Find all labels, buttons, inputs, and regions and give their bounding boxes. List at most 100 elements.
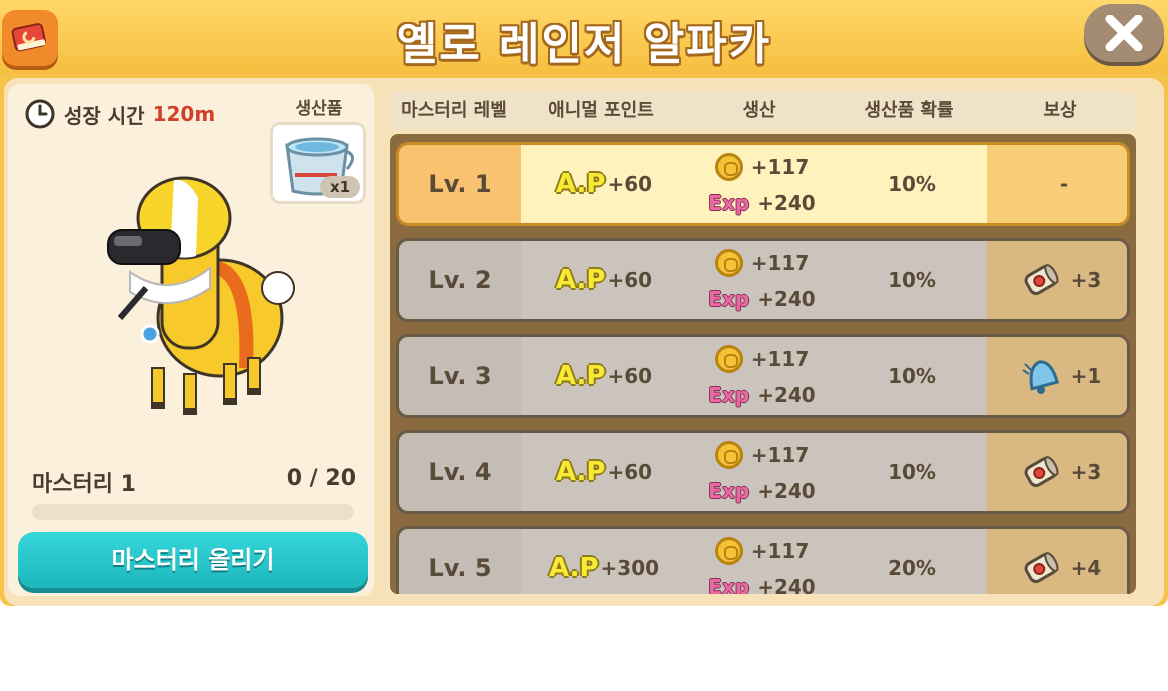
row-coin-value: +117 <box>750 155 810 179</box>
row-reward-value: +1 <box>1070 364 1102 388</box>
row-production-cell: +117 Exp +240 <box>687 529 837 594</box>
row-probability: 20% <box>888 556 936 580</box>
ap-icon: A.P <box>555 169 606 199</box>
mastery-progress-bar <box>32 504 354 520</box>
header-product-probability: 생산품 확률 <box>864 100 954 121</box>
row-ap-cell: A.P +60 <box>521 433 687 511</box>
close-button[interactable] <box>1084 4 1164 62</box>
row-level-cell: Lv. 1 <box>399 145 521 223</box>
row-ap-value: +60 <box>607 268 653 292</box>
header-production: 생산 <box>742 100 776 121</box>
row-reward-value: +3 <box>1070 460 1102 484</box>
row-probability-cell: 10% <box>837 433 987 511</box>
raise-mastery-button[interactable]: 마스터리 올리기 <box>18 532 368 588</box>
exp-icon: Exp <box>708 191 750 215</box>
row-reward-cell: +3 <box>987 433 1127 511</box>
product-quantity: x1 <box>320 176 360 198</box>
alpaca-image <box>107 176 295 415</box>
row-probability: 10% <box>888 172 936 196</box>
row-probability: 10% <box>888 364 936 388</box>
row-reward-value: +4 <box>1070 556 1102 580</box>
ap-icon: A.P <box>555 457 606 487</box>
mastery-table-header: 마스터리 레벨 애니멀 포인트 생산 생산품 확률 보상 <box>390 92 1136 130</box>
row-ap-value: +60 <box>607 364 653 388</box>
row-ap-value: +300 <box>600 556 660 580</box>
close-icon <box>1105 15 1143 51</box>
scroll-icon <box>1024 264 1059 295</box>
row-ap-cell: A.P +60 <box>521 241 687 319</box>
mastery-label: 마스터리 1 <box>32 472 136 497</box>
popup-title: 옐로 레인저 알파카 <box>396 19 772 70</box>
row-exp-value: +240 <box>757 383 816 407</box>
row-ap-value: +60 <box>607 172 653 196</box>
row-reward-cell: +3 <box>987 241 1127 319</box>
row-probability: 10% <box>888 460 936 484</box>
table-row: Lv. 5 A.P +300 +117 Exp +240 20% +4 <box>396 526 1130 594</box>
row-level: Lv. 1 <box>428 170 492 198</box>
header-reward: 보상 <box>1043 100 1077 121</box>
coin-icon <box>714 153 743 181</box>
row-reward-value: +3 <box>1070 268 1102 292</box>
row-level: Lv. 3 <box>428 362 492 390</box>
row-reward-value: - <box>1059 172 1069 196</box>
row-probability-cell: 10% <box>837 241 987 319</box>
coin-icon <box>714 537 743 565</box>
row-coin-value: +117 <box>750 443 810 467</box>
row-ap-cell: A.P +300 <box>521 529 687 594</box>
row-level: Lv. 4 <box>428 458 492 486</box>
row-coin-value: +117 <box>750 251 810 275</box>
row-reward-cell: +4 <box>987 529 1127 594</box>
row-probability-cell: 20% <box>837 529 987 594</box>
coin-icon <box>714 441 743 469</box>
popup-header: 옐로 레인저 알파카 <box>0 0 1168 74</box>
row-ap-cell: A.P +60 <box>521 337 687 415</box>
table-row: Lv. 2 A.P +60 +117 Exp +240 10% +3 <box>396 238 1130 322</box>
table-row: Lv. 4 A.P +60 +117 Exp +240 10% +3 <box>396 430 1130 514</box>
row-ap-value: +60 <box>607 460 653 484</box>
row-production-cell: +117 Exp +240 <box>687 433 837 511</box>
row-probability-cell: 10% <box>837 337 987 415</box>
row-level-cell: Lv. 2 <box>399 241 521 319</box>
row-production-cell: +117 Exp +240 <box>687 241 837 319</box>
table-row: Lv. 1 A.P +60 +117 Exp +240 10% - <box>396 142 1130 226</box>
header-animal-points: 애니멀 포인트 <box>548 100 654 121</box>
row-level-cell: Lv. 5 <box>399 529 521 594</box>
ap-icon: A.P <box>548 553 599 583</box>
row-exp-value: +240 <box>757 575 816 594</box>
growth-time-label: 성장 시간 <box>64 103 145 128</box>
row-coin-value: +117 <box>750 347 810 371</box>
row-reward-cell: +1 <box>987 337 1127 415</box>
mastery-table: Lv. 1 A.P +60 +117 Exp +240 10% - Lv. 2 A.P +60 +11… <box>390 134 1136 594</box>
mastery-progress-text: 0 / 20 <box>286 466 356 491</box>
row-probability: 10% <box>888 268 936 292</box>
row-coin-value: +117 <box>750 539 810 563</box>
row-exp-value: +240 <box>757 191 816 215</box>
ap-icon: A.P <box>555 361 606 391</box>
row-level-cell: Lv. 4 <box>399 433 521 511</box>
row-level: Lv. 5 <box>428 554 492 582</box>
row-exp-value: +240 <box>757 479 816 503</box>
growth-time: 성장 시간 120m <box>24 98 215 130</box>
ap-icon: A.P <box>555 265 606 295</box>
row-probability-cell: 10% <box>837 145 987 223</box>
header-mastery-level: 마스터리 레벨 <box>401 100 507 121</box>
bell-icon <box>1022 360 1059 394</box>
coin-icon <box>714 249 743 277</box>
row-ap-cell: A.P +60 <box>521 145 687 223</box>
exp-icon: Exp <box>708 479 750 503</box>
row-production-cell: +117 Exp +240 <box>687 145 837 223</box>
row-exp-value: +240 <box>757 287 816 311</box>
row-reward-cell: - <box>987 145 1127 223</box>
table-row: Lv. 3 A.P +60 +117 Exp +240 10% +1 <box>396 334 1130 418</box>
row-production-cell: +117 Exp +240 <box>687 337 837 415</box>
scroll-icon <box>1024 552 1059 583</box>
exp-icon: Exp <box>708 287 750 311</box>
scroll-icon <box>1024 456 1059 487</box>
exp-icon: Exp <box>708 383 750 407</box>
coin-icon <box>714 345 743 373</box>
exp-icon: Exp <box>708 575 750 594</box>
clock-icon <box>25 99 55 129</box>
row-level-cell: Lv. 3 <box>399 337 521 415</box>
growth-time-value: 120m <box>152 102 216 126</box>
row-level: Lv. 2 <box>428 266 492 294</box>
